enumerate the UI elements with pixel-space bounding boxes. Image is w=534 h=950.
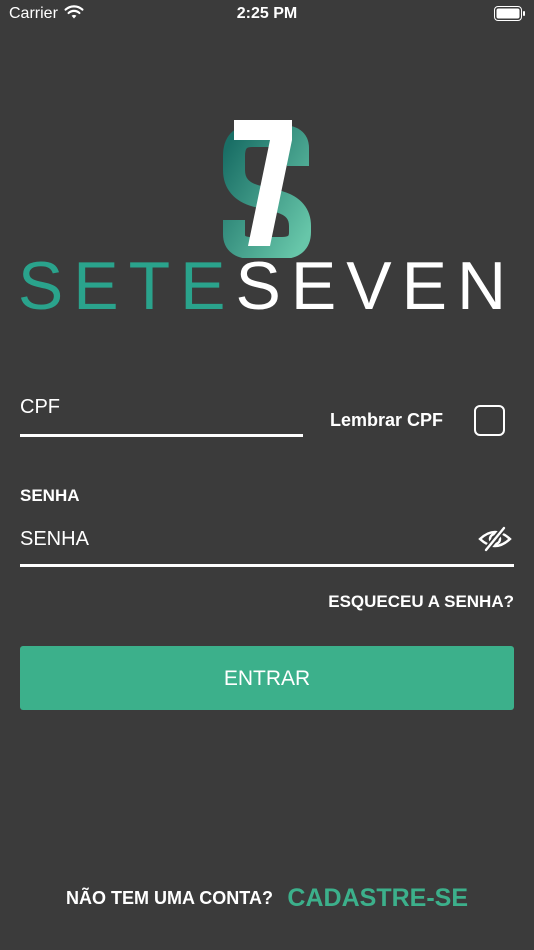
password-field[interactable] bbox=[20, 522, 514, 567]
app-logo: SETESEVEN bbox=[18, 118, 506, 322]
password-label: SENHA bbox=[20, 486, 80, 505]
remember-cpf-checkbox[interactable] bbox=[474, 405, 505, 436]
login-button[interactable]: ENTRAR bbox=[20, 646, 514, 710]
eye-slash-icon[interactable] bbox=[478, 526, 512, 557]
brand-seven: SEVEN bbox=[235, 248, 517, 324]
password-input[interactable] bbox=[20, 528, 460, 551]
status-bar: Carrier 2:25 PM bbox=[0, 0, 534, 28]
seven-s-logo-icon bbox=[223, 120, 311, 258]
clock: 2:25 PM bbox=[236, 5, 298, 22]
brand-wordmark: SETESEVEN bbox=[0, 250, 534, 322]
forgot-password-link[interactable]: ESQUECEU A SENHA? bbox=[328, 592, 514, 612]
brand-sete: SETE bbox=[17, 248, 236, 324]
signup-link[interactable]: CADASTRE-SE bbox=[287, 884, 468, 912]
battery-icon bbox=[494, 6, 526, 26]
cpf-field[interactable] bbox=[20, 392, 303, 437]
cpf-input[interactable] bbox=[20, 396, 303, 419]
no-account-label: NÃO TEM UMA CONTA? bbox=[65, 888, 273, 908]
remember-cpf-label: Lembrar CPF bbox=[330, 410, 444, 430]
signup-footer: NÃO TEM UMA CONTA? CADASTRE-SE bbox=[0, 884, 534, 913]
